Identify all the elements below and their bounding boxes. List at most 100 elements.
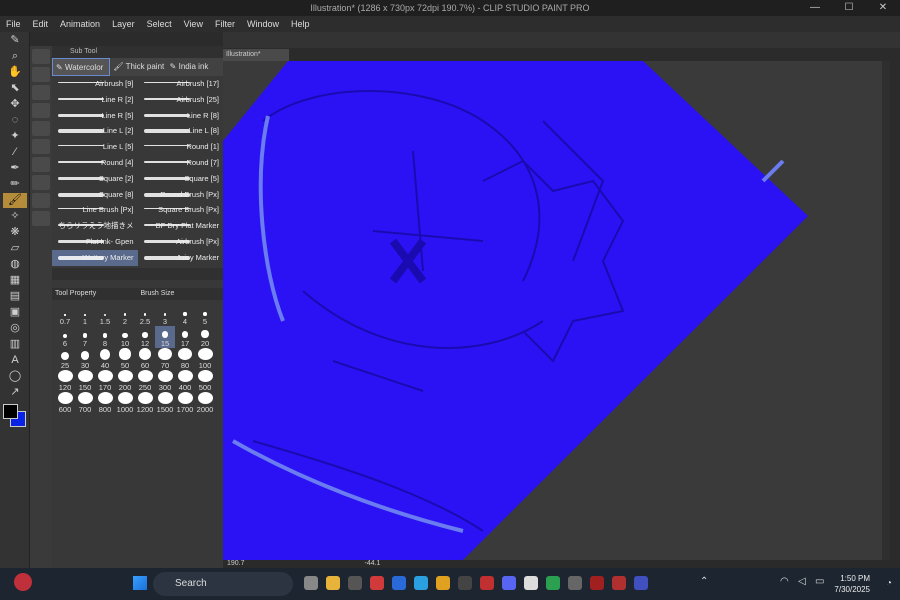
brush-size-option[interactable]: 50 — [115, 348, 135, 370]
brush-size-option[interactable]: 0.7 — [55, 304, 75, 326]
brush-size-option[interactable]: 1200 — [135, 391, 155, 414]
zoom-value[interactable]: 190.7 — [227, 560, 245, 567]
subtool-group-icon[interactable] — [32, 139, 50, 154]
blend-icon[interactable]: ◍ — [3, 257, 27, 272]
menu-filter[interactable]: Filter — [209, 19, 241, 29]
brush-size-option[interactable]: 1500 — [155, 391, 175, 414]
move-icon[interactable]: ✥ — [3, 97, 27, 112]
lasso-icon[interactable]: ◌ — [3, 113, 27, 128]
clock[interactable]: 1:50 PM 7/30/2025 — [834, 573, 870, 595]
brush-size-option[interactable]: 40 — [95, 348, 115, 370]
app-icon[interactable] — [370, 576, 384, 590]
start-icon[interactable] — [133, 576, 147, 590]
brush-item[interactable]: Line R [8] — [138, 108, 224, 124]
close-icon[interactable]: ✕ — [866, 0, 900, 16]
zoom-icon[interactable]: ⌕ — [3, 49, 27, 64]
pen-tool-icon[interactable]: ✎ — [3, 33, 27, 48]
brush-size-option[interactable]: 100 — [195, 347, 215, 370]
wifi-icon[interactable]: ◠ — [780, 576, 789, 587]
brush-item[interactable]: Airbrush [9] — [52, 76, 138, 92]
brush-size-option[interactable]: 2000 — [195, 391, 215, 414]
subtool-group-icon[interactable] — [32, 121, 50, 136]
brush-size-option[interactable]: 250 — [135, 369, 155, 392]
app-icon[interactable] — [458, 576, 472, 590]
brush-item[interactable]: Square [2] — [52, 171, 138, 187]
subtool-group-icon[interactable] — [32, 211, 50, 226]
brush-item[interactable]: Line R [2] — [52, 92, 138, 108]
brush-item[interactable]: BF Dry Flat Marker — [138, 218, 224, 234]
brush-size-option[interactable]: 600 — [55, 391, 75, 414]
brush-item[interactable]: Flat Ink- Gpen — [52, 234, 138, 250]
brush-size-option[interactable]: 120 — [55, 369, 75, 392]
brush-size-option[interactable]: 300 — [155, 369, 175, 392]
notification-bell-icon[interactable]: ◔ — [886, 578, 892, 589]
brush-size-option[interactable]: 30 — [75, 348, 95, 370]
app-icon[interactable] — [568, 576, 582, 590]
brush-item[interactable]: Round [1] — [138, 139, 224, 155]
balloon-icon[interactable]: ◯ — [3, 369, 27, 384]
brush-item[interactable]: Airbrush [25] — [138, 92, 224, 108]
brush-size-option[interactable]: 1000 — [115, 391, 135, 414]
minimize-icon[interactable]: — — [798, 0, 832, 16]
brush-size-option[interactable]: 25 — [55, 348, 75, 370]
brush-item[interactable]: Airbrush [Px] — [138, 234, 224, 250]
discord-icon[interactable] — [502, 576, 516, 590]
brush-size-option[interactable]: 8 — [95, 326, 115, 348]
brush-item[interactable]: Airbrush [17] — [138, 76, 224, 92]
brush-size-option[interactable]: 500 — [195, 369, 215, 392]
app-icon[interactable] — [480, 576, 494, 590]
taskbar-search[interactable]: Search — [153, 572, 293, 596]
brush-size-option[interactable]: 150 — [75, 369, 95, 392]
subtool-group-icon[interactable] — [32, 49, 50, 64]
brush-item[interactable]: Line R [5] — [52, 108, 138, 124]
airbrush-icon[interactable]: ✧ — [3, 209, 27, 224]
brush-size-option[interactable]: 170 — [95, 369, 115, 392]
brush-item[interactable]: Line L [8] — [138, 123, 224, 139]
brush-size-option[interactable]: 2 — [115, 304, 135, 326]
app-icon[interactable] — [392, 576, 406, 590]
menu-window[interactable]: Window — [241, 19, 285, 29]
brush-size-option[interactable]: 800 — [95, 391, 115, 414]
clip-studio-icon[interactable] — [524, 576, 538, 590]
app-icon[interactable] — [590, 576, 604, 590]
brush-item[interactable]: Round Brush [Px] — [138, 187, 224, 203]
brush-size-option[interactable]: 7 — [75, 326, 95, 348]
subtool-group-icon[interactable] — [32, 175, 50, 190]
tab-thick-paint[interactable]: 🖌 Thick paint — [110, 58, 166, 76]
menu-view[interactable]: View — [178, 19, 209, 29]
figure-icon[interactable]: ▣ — [3, 305, 27, 320]
tab-india-ink[interactable]: ✎ India ink — [167, 58, 223, 76]
brush-item[interactable]: Square [8] — [52, 187, 138, 203]
brush-size-option[interactable]: 4 — [175, 304, 195, 326]
brush-size-option[interactable]: 200 — [115, 369, 135, 392]
brush-size-option[interactable]: 3 — [155, 304, 175, 326]
app-icon[interactable] — [634, 576, 648, 590]
pen-icon[interactable]: ✒ — [3, 161, 27, 176]
file-explorer-icon[interactable] — [326, 576, 340, 590]
battery-icon[interactable]: ▭ — [815, 576, 824, 587]
main-color-swatch[interactable] — [3, 404, 18, 419]
task-view-icon[interactable] — [304, 576, 318, 590]
brush-item[interactable]: Square Brush [Px] — [138, 202, 224, 218]
menu-file[interactable]: File — [0, 19, 27, 29]
menu-edit[interactable]: Edit — [27, 19, 55, 29]
brush-size-option[interactable]: 1.5 — [95, 304, 115, 326]
brush-size-option[interactable]: 70 — [155, 347, 175, 370]
brush-size-option[interactable]: 20 — [195, 326, 215, 348]
brush-size-option[interactable]: 1 — [75, 304, 95, 326]
canvas-area[interactable] — [223, 61, 882, 560]
menu-select[interactable]: Select — [141, 19, 178, 29]
rotation-value[interactable]: -44.1 — [364, 560, 380, 567]
brush-item[interactable]: Line Brush [Px] — [52, 202, 138, 218]
subtool-group-icon[interactable] — [32, 103, 50, 118]
app-notification-icon[interactable] — [14, 573, 32, 591]
app-icon[interactable] — [546, 576, 560, 590]
eyedropper-icon[interactable]: ⁄ — [3, 145, 27, 160]
brush-size-option[interactable]: 80 — [175, 347, 195, 370]
decoration-icon[interactable]: ❋ — [3, 225, 27, 240]
brush-size-option[interactable]: 10 — [115, 326, 135, 348]
edge-icon[interactable] — [414, 576, 428, 590]
brush-size-option[interactable]: 5 — [195, 304, 215, 326]
correct-line-icon[interactable]: ↗ — [3, 385, 27, 400]
menu-help[interactable]: Help — [285, 19, 316, 29]
